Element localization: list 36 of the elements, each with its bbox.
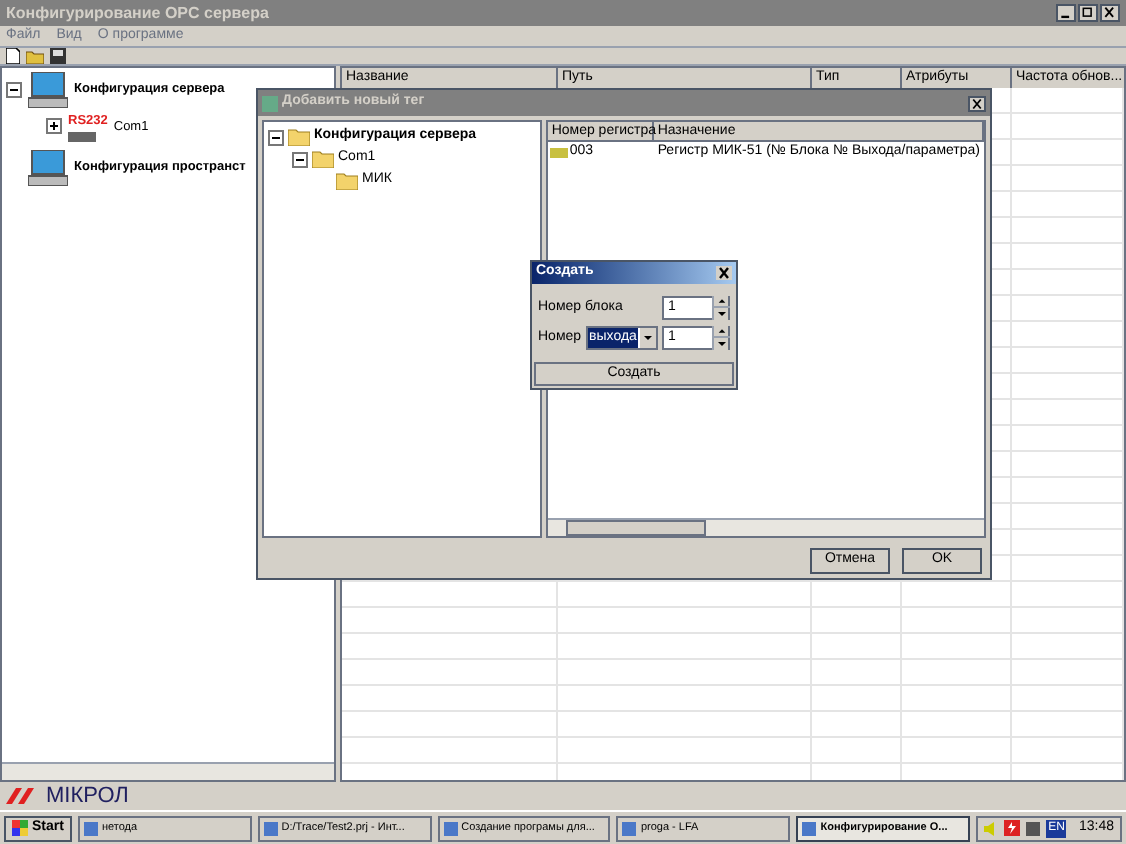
app-icon	[83, 821, 98, 835]
port-device-icon	[68, 131, 96, 142]
app-icon	[622, 821, 637, 835]
expand-toggle-icon[interactable]	[46, 118, 62, 135]
computer-icon	[28, 72, 68, 108]
minimize-icon[interactable]	[1056, 4, 1076, 22]
up-arrow-icon[interactable]	[714, 296, 730, 308]
folder-icon	[312, 150, 334, 168]
windows-logo-icon	[12, 820, 28, 836]
folder-icon	[336, 172, 358, 190]
up-arrow-icon[interactable]	[714, 326, 730, 338]
new-file-icon[interactable]	[6, 48, 20, 64]
logo-text: МІКРОЛ	[46, 785, 129, 807]
tag-icon	[549, 147, 568, 157]
spin-buttons[interactable]	[712, 296, 728, 320]
app-icon	[263, 821, 278, 835]
maximize-icon[interactable]	[1078, 4, 1098, 22]
app-icon	[802, 821, 817, 835]
down-arrow-icon[interactable]	[714, 308, 730, 320]
spin-buttons[interactable]	[712, 326, 728, 350]
close-icon[interactable]	[1100, 4, 1120, 22]
close-icon[interactable]	[968, 95, 986, 111]
down-arrow-icon[interactable]	[714, 338, 730, 350]
app-icon	[443, 821, 458, 835]
window-title: Конфигурирование OPC сервера	[6, 1, 269, 25]
folder-icon	[288, 128, 310, 146]
lightning-icon[interactable]	[1004, 820, 1021, 836]
expand-toggle-icon[interactable]	[268, 129, 284, 145]
close-icon[interactable]	[716, 266, 732, 280]
computer-icon	[28, 149, 68, 186]
horizontal-scrollbar[interactable]	[2, 762, 334, 780]
expand-toggle-icon[interactable]	[292, 151, 308, 167]
horizontal-scrollbar[interactable]	[547, 518, 984, 536]
expand-toggle-icon[interactable]	[6, 82, 22, 98]
save-icon[interactable]	[50, 48, 66, 64]
dialog-app-icon	[262, 95, 278, 111]
